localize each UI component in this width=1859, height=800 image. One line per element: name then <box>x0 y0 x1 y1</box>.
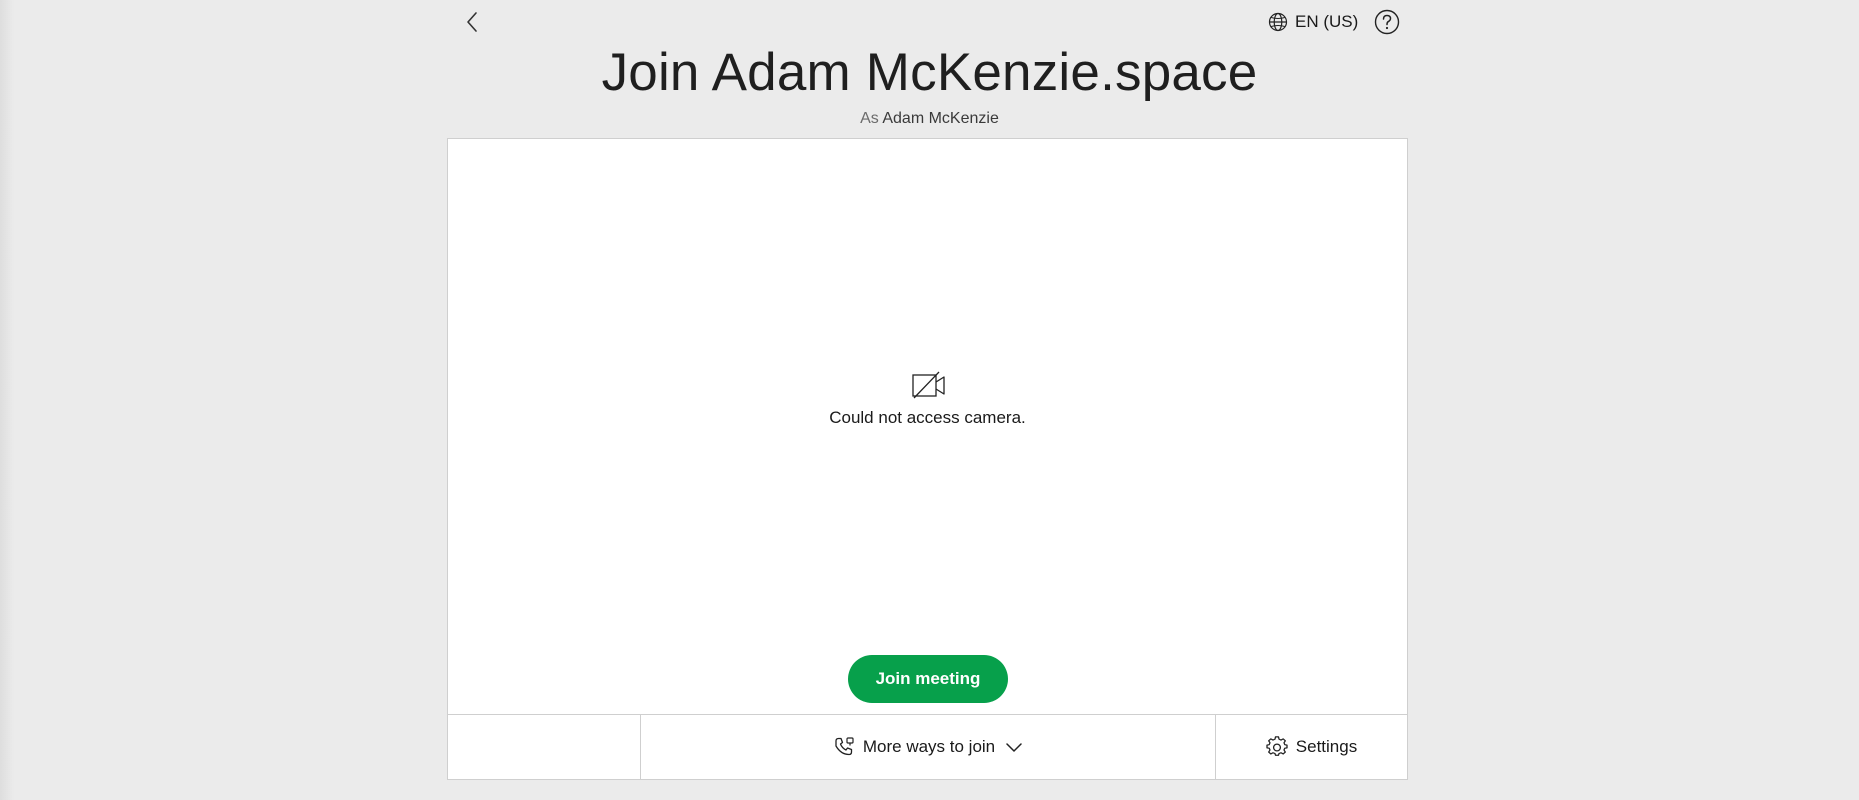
more-ways-label: More ways to join <box>862 737 996 756</box>
phone-icon <box>833 736 855 758</box>
chevron-left-icon <box>467 12 477 32</box>
join-meeting-button[interactable]: Join meeting <box>848 655 1008 703</box>
join-as-subtitle: As Adam McKenzie <box>0 110 1859 128</box>
language-label: EN (US) <box>1295 12 1359 31</box>
settings-label: Settings <box>1295 737 1358 756</box>
page-title: Join Adam McKenzie.space <box>601 43 1258 102</box>
bottom-bar-empty-cell <box>448 715 641 779</box>
camera-error-message: Could not access camera. <box>829 408 1026 427</box>
user-name: Adam McKenzie <box>882 110 999 127</box>
globe-icon <box>1268 12 1288 32</box>
camera-off-icon <box>912 371 945 399</box>
header-controls: EN (US) <box>1268 8 1400 36</box>
video-preview-card: Could not access camera. Join meeting Mo… <box>447 138 1408 780</box>
bottom-options-bar: More ways to join Settings <box>448 714 1407 779</box>
subtitle-prefix: As <box>860 110 879 127</box>
more-ways-to-join-button[interactable]: More ways to join <box>641 715 1216 779</box>
language-selector[interactable]: EN (US) <box>1268 12 1358 32</box>
chevron-down-icon <box>1005 741 1023 753</box>
question-circle-icon <box>1375 9 1400 35</box>
settings-button[interactable]: Settings <box>1216 715 1407 779</box>
help-button[interactable] <box>1374 9 1400 35</box>
camera-preview: Could not access camera. <box>448 139 1407 716</box>
gear-icon <box>1266 736 1288 758</box>
back-button[interactable] <box>462 10 482 34</box>
